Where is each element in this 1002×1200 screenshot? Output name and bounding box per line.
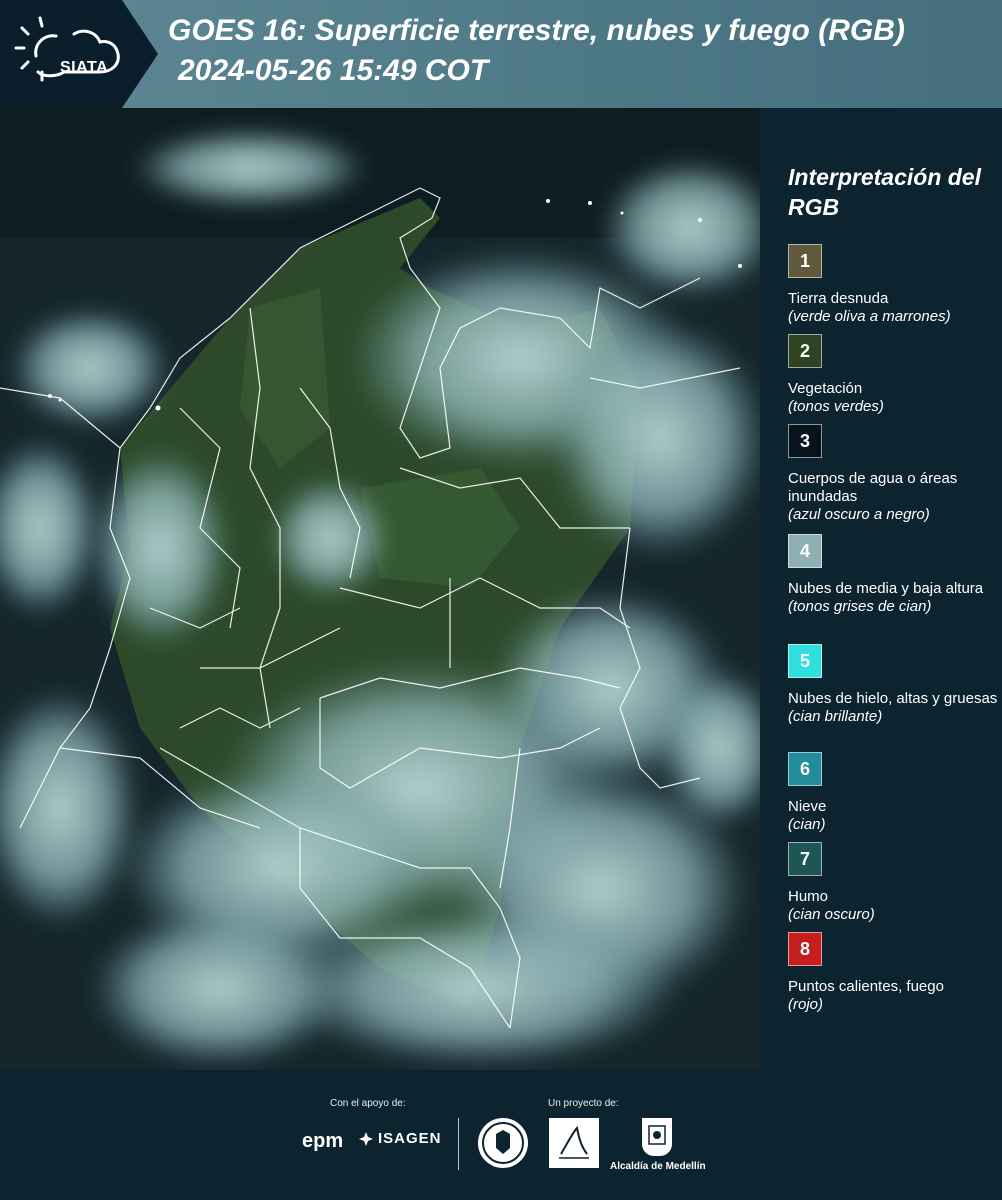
- legend-swatch-2: 2: [788, 334, 822, 368]
- legend-label-5: Nubes de hielo, altas y gruesas: [788, 690, 998, 707]
- legend-swatch-3: 3: [788, 424, 822, 458]
- legend-swatch-5: 5: [788, 644, 822, 678]
- legend-label-3: Cuerpos de agua o áreas inundadas: [788, 470, 958, 505]
- sun-cloud-icon: [14, 16, 120, 82]
- legend-desc-5: (cian brillante): [788, 708, 883, 725]
- legend-swatch-6: 6: [788, 752, 822, 786]
- legend-item-6: 6 Nieve (cian): [788, 752, 998, 834]
- legend-label-8: Puntos calientes, fuego: [788, 978, 944, 995]
- page-title: GOES 16: Superficie terrestre, nubes y f…: [168, 14, 905, 47]
- legend-label-7: Humo: [788, 888, 829, 905]
- legend-swatch-8: 8: [788, 932, 822, 966]
- epm-logo[interactable]: epm: [302, 1130, 343, 1153]
- legend-item-3: 3 Cuerpos de agua o áreas inundadas (azu…: [788, 424, 998, 524]
- legend-panel: Interpretación del RGB 1 Tierra desnuda …: [760, 108, 1002, 1070]
- legend-item-8: 8 Puntos calientes, fuego (rojo): [788, 932, 998, 1014]
- footer: Con el apoyo de: Un proyecto de: epm ISA…: [0, 1070, 1002, 1200]
- legend-swatch-1: 1: [788, 244, 822, 278]
- legend-label-1: Tierra desnuda: [788, 290, 889, 307]
- legend-item-7: 7 Humo (cian oscuro): [788, 842, 998, 924]
- logo-text: SIATA: [60, 59, 109, 76]
- isagen-logo[interactable]: ISAGEN: [358, 1130, 442, 1147]
- legend-label-2: Vegetación: [788, 380, 863, 397]
- legend-desc-4: (tonos grises de cian): [788, 598, 932, 615]
- area-metropolitana-logo[interactable]: [549, 1118, 599, 1168]
- legend-swatch-4: 4: [788, 534, 822, 568]
- medellin-crest-icon[interactable]: [642, 1118, 672, 1156]
- isagen-mark-icon: [359, 1131, 373, 1146]
- legend-title: Interpretación del RGB: [788, 164, 981, 220]
- timestamp: 2024-05-26 15:49 COT: [178, 54, 489, 87]
- legend-desc-1: (verde oliva a marrones): [788, 308, 951, 325]
- support-label: Con el apoyo de:: [330, 1098, 406, 1109]
- alcaldia-text: Alcaldía de Medellín: [610, 1161, 706, 1172]
- satellite-map[interactable]: [0, 108, 760, 1070]
- siata-logo[interactable]: SIATA: [14, 14, 126, 94]
- legend-swatch-7: 7: [788, 842, 822, 876]
- legend-item-2: 2 Vegetación (tonos verdes): [788, 334, 998, 416]
- legend-label-6: Nieve: [788, 798, 827, 815]
- legend-item-1: 1 Tierra desnuda (verde oliva a marrones…: [788, 244, 998, 326]
- legend-desc-6: (cian): [788, 816, 826, 833]
- footer-divider: [458, 1118, 459, 1170]
- isagen-text: ISAGEN: [378, 1130, 442, 1147]
- project-label: Un proyecto de:: [548, 1098, 619, 1109]
- legend-label-4: Nubes de media y baja altura: [788, 580, 984, 597]
- legend-desc-3: (azul oscuro a negro): [788, 506, 930, 523]
- rgb-satellite-image: [0, 108, 760, 1070]
- legend-desc-2: (tonos verdes): [788, 398, 884, 415]
- legend-desc-8: (rojo): [788, 996, 824, 1013]
- legend-item-4: 4 Nubes de media y baja altura (tonos gr…: [788, 534, 998, 616]
- legend-desc-7: (cian oscuro): [788, 906, 875, 923]
- legend-item-5: 5 Nubes de hielo, altas y gruesas (cian …: [788, 644, 998, 726]
- university-seal-icon[interactable]: [478, 1118, 528, 1168]
- header: SIATA GOES 16: Superficie terrestre, nub…: [0, 0, 1002, 108]
